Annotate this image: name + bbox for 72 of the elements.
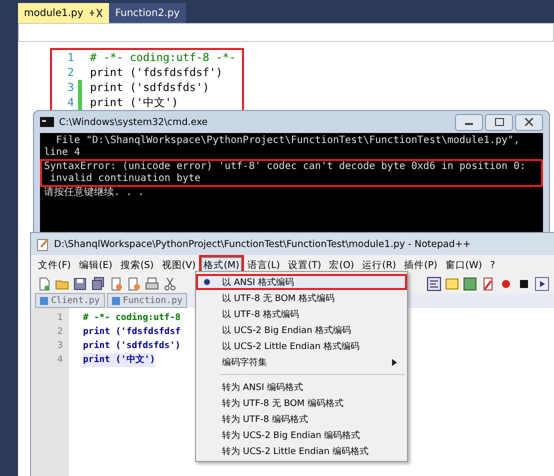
close-file-icon[interactable] — [109, 277, 123, 291]
line-number: 2 — [56, 326, 64, 339]
menu-item[interactable]: 运行(R) — [359, 256, 400, 274]
menu-item[interactable]: 编辑(E) — [76, 256, 116, 274]
dropdown-item[interactable]: 以 UCS-2 Little Endian 格式编码 — [196, 338, 407, 354]
dropdown-item[interactable]: 以 UTF-8 格式编码 — [196, 306, 407, 322]
dropdown-item[interactable]: 转为 UTF-8 编码格式 — [196, 411, 407, 427]
menu-item[interactable]: 宏(O) — [326, 256, 358, 274]
file-icon — [112, 296, 120, 304]
dropdown-item[interactable]: 以 UTF-8 无 BOM 格式编码 — [196, 290, 407, 306]
maximize-icon — [494, 118, 504, 126]
dropdown-item[interactable]: 以 ANSI 格式编码 — [196, 274, 407, 290]
line-number: 4 — [56, 354, 64, 367]
menu-item[interactable]: 设置(T) — [285, 256, 324, 274]
window-title: C:\Windows\system32\cmd.exe — [59, 116, 209, 128]
dropdown-item[interactable]: 转为 ANSI 编码格式 — [196, 379, 407, 395]
console-icon — [40, 117, 54, 127]
console-line: SyntaxError: (unicode error) 'utf-8' codec can't decode byte 0xd6 in position 0: — [40, 159, 543, 173]
stop-icon[interactable] — [517, 277, 531, 291]
dropdown-item[interactable]: 以 UCS-2 Big Endian 格式编码 — [196, 322, 407, 338]
menu-item[interactable]: 插件(P) — [401, 256, 440, 274]
editor-tab[interactable]: Function2.py — [109, 3, 186, 23]
menu-item[interactable]: 视图(V) — [158, 256, 199, 274]
code-line: # -*- coding:utf-8 -*- — [90, 51, 236, 64]
close-all-icon[interactable] — [127, 277, 141, 291]
document-icon[interactable] — [481, 277, 495, 291]
code-line: print ('中文') — [90, 95, 178, 110]
submenu-arrow-icon — [392, 359, 397, 366]
save-icon[interactable] — [73, 277, 87, 291]
selected-dot-icon — [204, 279, 210, 285]
save-all-icon[interactable] — [91, 277, 105, 291]
file-tab[interactable]: Client.py — [35, 293, 105, 308]
printer-icon[interactable] — [145, 277, 159, 291]
code-line: print ('fdsfdsfdsf — [83, 326, 181, 339]
scissors-icon[interactable] — [163, 277, 177, 291]
play-icon[interactable] — [535, 277, 549, 291]
code-line: print ('fdsfdsfdsf') — [90, 66, 222, 79]
record-icon[interactable] — [499, 277, 513, 291]
new-file-icon[interactable] — [37, 277, 51, 291]
maximize-button[interactable] — [485, 114, 513, 130]
notepad-icon — [37, 238, 49, 250]
console-line: line 4 — [43, 147, 82, 159]
line-number: 1 — [66, 51, 74, 64]
line-number: 3 — [56, 340, 64, 353]
dropdown-item[interactable]: 转为 UCS-2 Big Endian 编码格式 — [196, 427, 407, 443]
line-number: 2 — [66, 66, 74, 79]
menu-item[interactable]: ? — [487, 258, 498, 272]
code-line: print ('sdfdsfds') — [90, 81, 210, 94]
console-line: 请按任意键继续. . . — [43, 187, 146, 199]
pin-close-icon[interactable] — [89, 8, 104, 18]
console-line: File "D:\ShanqlWorkspace\PythonProject\FunctionTest\FunctionTest\module1.py", — [55, 135, 521, 147]
close-button[interactable] — [515, 114, 543, 130]
close-icon — [525, 118, 533, 126]
dropdown-item[interactable]: 转为 UCS-2 Little Endian 编码格式 — [196, 443, 407, 459]
code-line: # -*- coding:utf-8 — [83, 312, 181, 325]
dropdown-item[interactable]: 编码字符集 — [196, 354, 407, 370]
menu-item[interactable]: 语言(L) — [244, 256, 284, 274]
editor-tab[interactable]: module1.py — [18, 3, 110, 23]
console-line: invalid continuation byte — [40, 173, 543, 187]
dropdown-item[interactable]: 转为 UTF-8 无 BOM 编码格式 — [196, 395, 407, 411]
code-line: print ('sdfdsfds') — [83, 340, 181, 353]
file-tab[interactable]: Function.py — [106, 293, 188, 308]
line-number: 3 — [66, 81, 74, 94]
line-number: 4 — [66, 96, 74, 109]
wrap-icon[interactable] — [427, 277, 441, 291]
line-number: 1 — [56, 312, 64, 325]
window-title: D:\ShanqlWorkspace\PythonProject\FunctionTest\FunctionTest\module1.py - Notepad++ — [54, 238, 472, 250]
menu-item[interactable]: 窗口(W) — [442, 256, 486, 274]
menu-item[interactable]: 搜索(S) — [117, 256, 157, 274]
file-icon — [40, 296, 48, 304]
minimize-button[interactable] — [455, 114, 483, 130]
menu-item[interactable]: 文件(F) — [35, 256, 74, 274]
